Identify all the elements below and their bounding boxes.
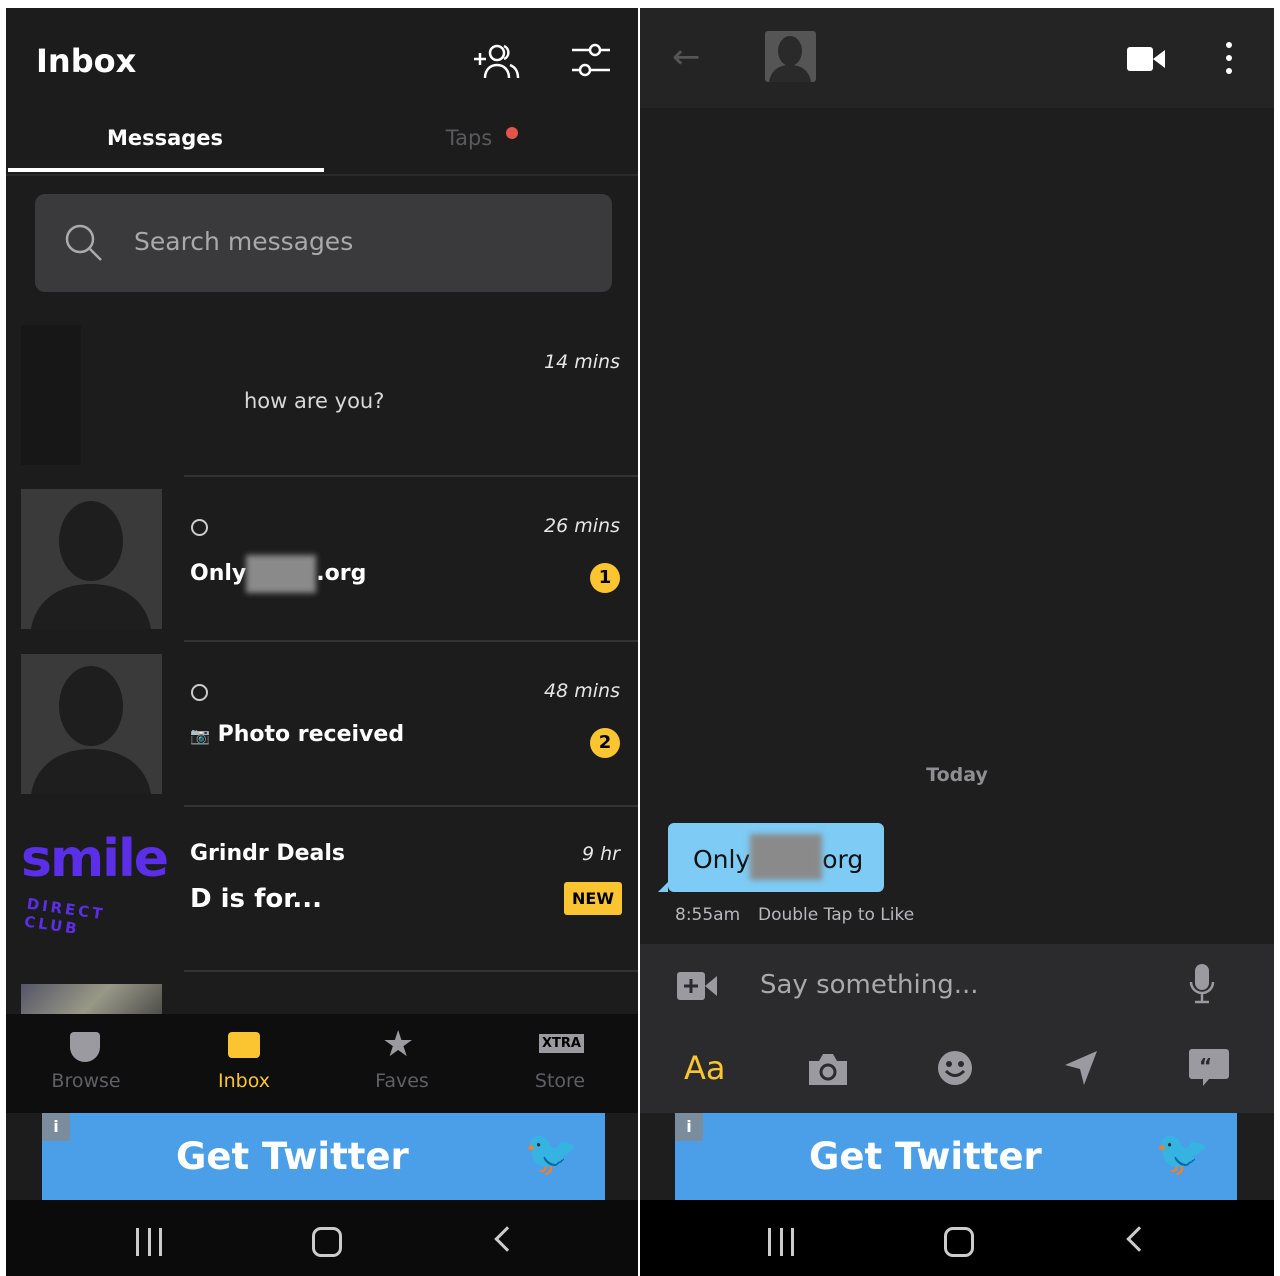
status-circle-icon [191,519,208,536]
double-tap-hint: Double Tap to Like [758,905,915,925]
recents-icon[interactable] [136,1228,162,1256]
conversation-row[interactable]: smile DIRECT CLUB Grindr Deals 9 hr D is… [6,819,638,969]
info-icon[interactable]: i [42,1113,70,1141]
system-nav-bar [640,1200,1274,1276]
recents-icon[interactable] [768,1228,794,1256]
video-camera-icon[interactable] [1127,45,1165,73]
home-icon[interactable] [312,1227,342,1257]
tab-underline [8,168,324,172]
bottom-tab-bar: ★ XTRA [6,1014,638,1113]
new-badge: NEW [564,882,622,915]
twitter-bird-icon: 🐦 [524,1128,579,1179]
conversation-row[interactable]: 14 mins how are you? [6,325,638,475]
svg-text:“: “ [1199,1054,1212,1078]
tab-messages[interactable]: Messages [6,126,324,150]
message-bubble[interactable]: Only org [658,823,884,892]
conversation-row[interactable]: 26 mins Only .org 1 [6,489,638,639]
chat-header: ← [640,8,1274,108]
add-video-icon[interactable] [677,972,717,1000]
tab-store[interactable]: Store [481,1070,638,1092]
add-people-icon[interactable] [472,42,522,82]
home-icon[interactable] [944,1227,974,1257]
message-time: 8:55am [675,905,741,925]
tab-taps[interactable]: Taps [324,126,614,150]
mask-icon [70,1032,100,1062]
back-arrow-icon[interactable]: ← [672,40,701,74]
info-icon[interactable]: i [675,1113,703,1141]
notification-dot [506,127,518,139]
search-icon [65,224,102,261]
twitter-bird-icon: 🐦 [1155,1128,1210,1179]
composer: Say something... Aa “ [640,944,1274,1113]
back-icon[interactable] [494,1226,520,1252]
back-icon[interactable] [1126,1226,1152,1252]
inbox-panel: Inbox Messages Taps Search messages 14 m… [6,8,638,1276]
tab-inbox[interactable]: Inbox [165,1070,323,1092]
date-separator: Today [926,764,988,786]
camera-icon: 📷 [190,726,210,745]
system-nav-bar [6,1200,638,1276]
message-input[interactable]: Say something... [760,970,1160,1000]
redacted [750,834,823,880]
more-options-icon[interactable] [1226,42,1232,74]
status-circle-icon [191,684,208,701]
avatar [21,325,81,465]
avatar [21,654,162,794]
unread-badge: 2 [590,728,620,758]
page-title: Inbox [36,42,137,80]
redacted [246,555,317,593]
tab-browse[interactable]: Browse [7,1070,165,1092]
conversation-row[interactable]: 48 mins 📷 Photo received 2 [6,654,638,804]
avatar[interactable] [765,31,816,82]
emoji-icon[interactable] [937,1050,973,1086]
text-format-button[interactable]: Aa [684,1052,726,1084]
filter-icon[interactable] [570,42,612,80]
avatar [21,489,162,629]
search-input[interactable]: Search messages [35,194,612,292]
microphone-icon[interactable] [1189,964,1215,1004]
smile-direct-club-logo: smile DIRECT CLUB [21,829,169,939]
location-icon[interactable] [1064,1050,1098,1086]
chat-bubble-icon [228,1032,260,1058]
saved-phrases-icon[interactable]: “ [1189,1048,1229,1086]
ad-banner[interactable]: i Get Twitter 🐦 [675,1113,1237,1201]
xtra-icon: XTRA [539,1034,584,1053]
unread-badge: 1 [590,563,620,593]
star-icon: ★ [382,1024,415,1065]
camera-icon[interactable] [809,1053,847,1085]
ad-banner[interactable]: i Get Twitter 🐦 [42,1113,605,1201]
tab-faves[interactable]: Faves [323,1070,481,1092]
chat-panel: ← Today Only org 8:55am Double Tap to Lik… [640,8,1274,1276]
